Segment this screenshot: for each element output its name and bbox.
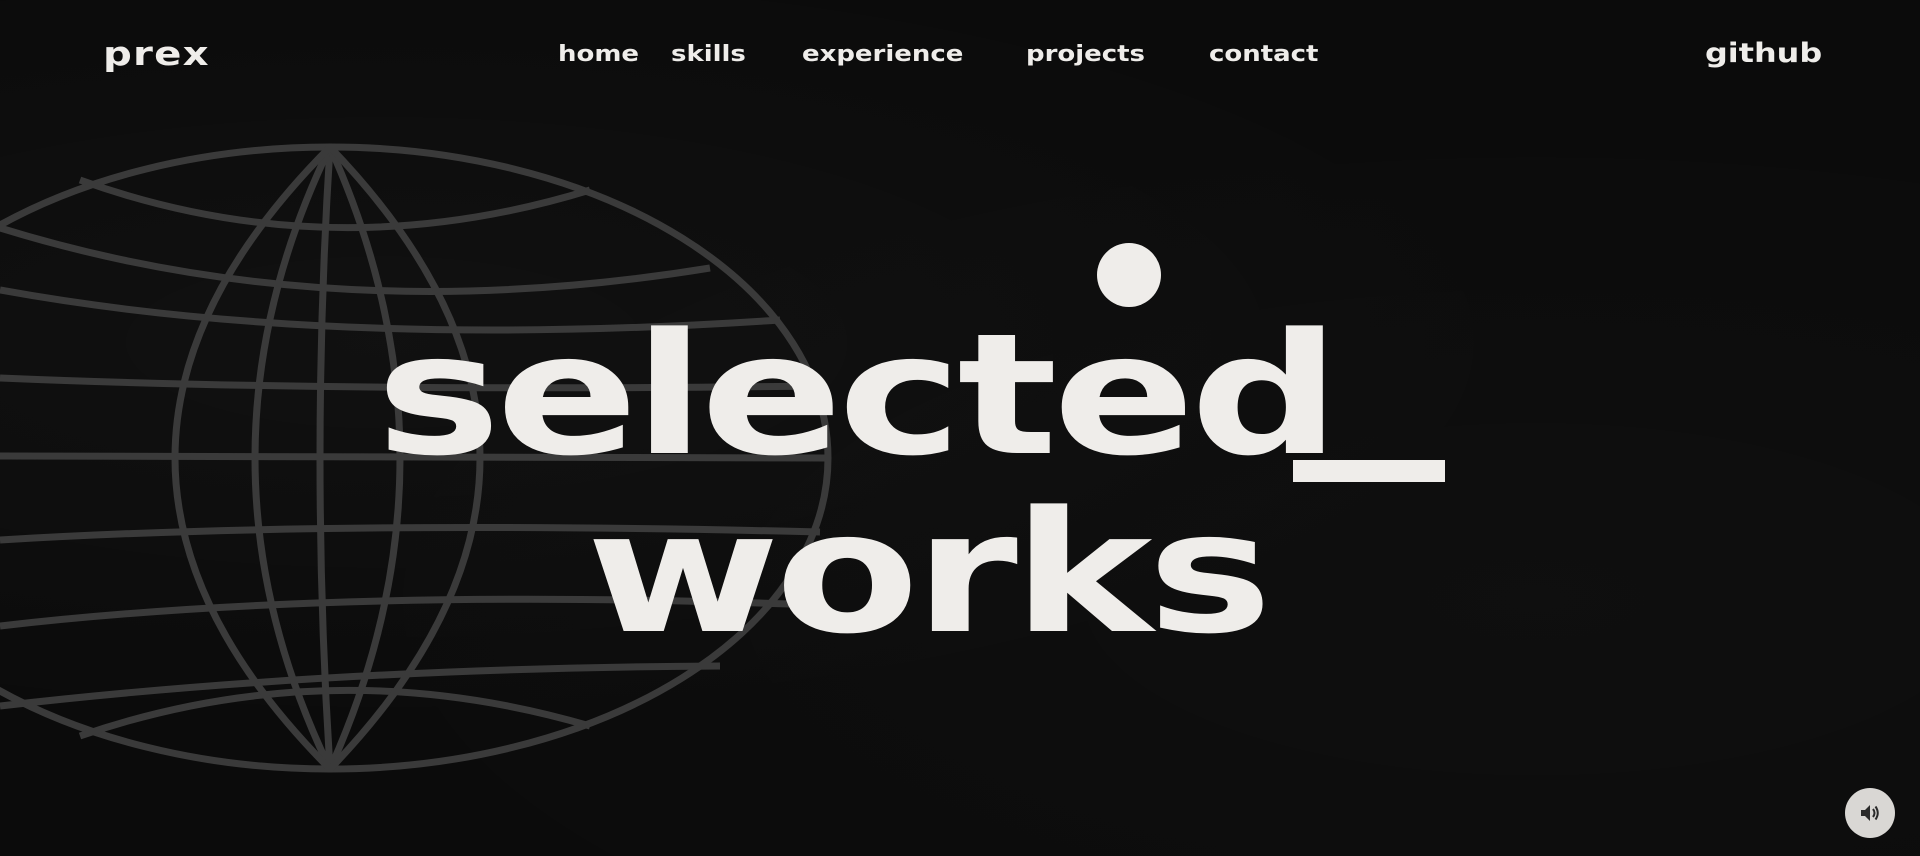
speaker-volume-icon (1861, 805, 1879, 821)
top-navbar: prex home skills experience projects con… (0, 0, 1920, 110)
hero-headline: selected works (0, 0, 1920, 856)
headline-line-2: works (586, 475, 1273, 671)
sound-toggle-button[interactable] (1845, 788, 1895, 838)
wireframe-globe-graphic (0, 143, 832, 773)
nav-links: home skills experience projects contact (558, 40, 1329, 70)
nav-contact[interactable]: contact (1209, 40, 1351, 70)
headline-line-1: selected (376, 297, 1340, 493)
accent-dot (1097, 243, 1161, 307)
logo[interactable]: prex (103, 34, 210, 74)
github-link[interactable]: github (1705, 36, 1822, 72)
background-grain (0, 0, 1920, 856)
headline-underscore (1293, 460, 1445, 482)
